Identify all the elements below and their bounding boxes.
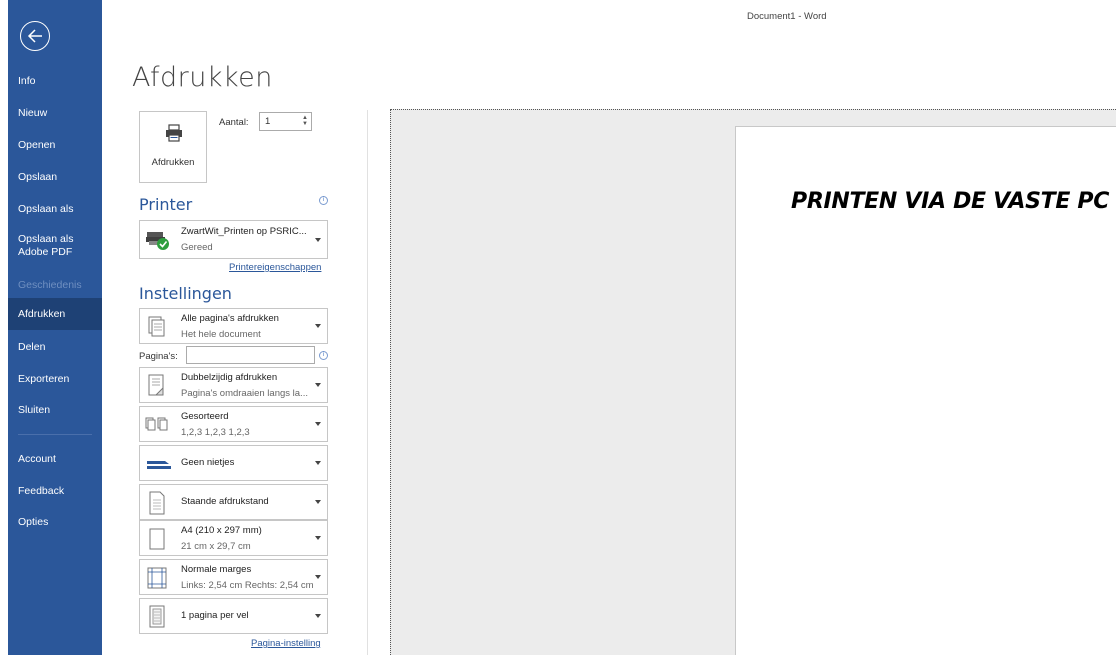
pages-icon bbox=[148, 316, 165, 337]
duplex-dropdown[interactable]: Dubbelzijdig afdrukken Pagina's omdraaie… bbox=[139, 367, 328, 403]
print-range-title: Alle pagina's afdrukken bbox=[181, 313, 279, 324]
sidebar-item-sluiten[interactable]: Sluiten bbox=[8, 404, 102, 418]
print-backstage: Document1 - Word Afdrukken Afdrukken Aan… bbox=[102, 0, 1116, 655]
back-button[interactable] bbox=[20, 21, 50, 51]
paper-size-icon bbox=[149, 528, 165, 550]
pane-divider bbox=[367, 110, 368, 655]
margins-subtitle: Links: 2,54 cm Rechts: 2,54 cm bbox=[181, 580, 314, 591]
paper-size-title: A4 (210 x 297 mm) bbox=[181, 525, 262, 536]
stapling-title: Geen nietjes bbox=[181, 457, 235, 468]
sidebar-item-info[interactable]: Info bbox=[8, 75, 102, 89]
sidebar-item-openen[interactable]: Openen bbox=[8, 139, 102, 153]
window-edge bbox=[0, 0, 8, 655]
sidebar-item-delen[interactable]: Delen bbox=[8, 341, 102, 355]
collation-dropdown[interactable]: Gesorteerd 1,2,3 1,2,3 1,2,3 bbox=[139, 406, 328, 442]
printer-properties-link[interactable]: Printereigenschappen bbox=[229, 262, 321, 273]
sidebar-divider bbox=[18, 434, 92, 435]
back-arrow-icon bbox=[27, 29, 42, 43]
print-button[interactable]: Afdrukken bbox=[139, 111, 207, 183]
backstage-sidebar: Info Nieuw Openen Opslaan Opslaan als Op… bbox=[8, 0, 102, 655]
print-range-subtitle: Het hele document bbox=[181, 329, 261, 340]
pages-input[interactable] bbox=[186, 346, 315, 364]
sidebar-item-feedback[interactable]: Feedback bbox=[8, 485, 102, 499]
chevron-down-icon bbox=[315, 614, 321, 618]
preview-page-text: PRINTEN VIA DE VASTE PC bbox=[791, 189, 1110, 214]
copies-spinner[interactable]: 1 ▲ ▼ bbox=[259, 112, 312, 131]
printer-name: ZwartWit_Printen op PSRIC... bbox=[181, 226, 307, 237]
chevron-down-icon bbox=[315, 461, 321, 465]
orientation-dropdown[interactable]: Staande afdrukstand bbox=[139, 484, 328, 520]
chevron-down-icon bbox=[315, 500, 321, 504]
copies-label: Aantal: bbox=[219, 117, 249, 128]
duplex-subtitle: Pagina's omdraaien langs la... bbox=[181, 388, 308, 399]
sidebar-item-exporteren[interactable]: Exporteren bbox=[8, 373, 102, 387]
sidebar-item-opslaan-als[interactable]: Opslaan als bbox=[8, 203, 102, 217]
sidebar-item-account[interactable]: Account bbox=[8, 453, 102, 467]
chevron-down-icon bbox=[315, 383, 321, 387]
chevron-down-icon bbox=[315, 324, 321, 328]
chevron-down-icon bbox=[315, 575, 321, 579]
portrait-icon bbox=[149, 491, 165, 515]
pages-per-sheet-icon bbox=[149, 605, 165, 628]
sidebar-item-opslaan[interactable]: Opslaan bbox=[8, 171, 102, 185]
pages-info-icon[interactable]: i bbox=[319, 351, 328, 360]
collation-title: Gesorteerd bbox=[181, 411, 229, 422]
stapler-icon bbox=[147, 461, 171, 469]
margins-icon bbox=[147, 567, 167, 589]
chevron-down-icon bbox=[315, 237, 321, 242]
print-button-label: Afdrukken bbox=[151, 157, 195, 168]
sidebar-item-geschiedenis: Geschiedenis bbox=[18, 279, 82, 291]
print-range-dropdown[interactable]: Alle pagina's afdrukken Het hele documen… bbox=[139, 308, 328, 344]
collation-subtitle: 1,2,3 1,2,3 1,2,3 bbox=[181, 427, 250, 438]
copies-value: 1 bbox=[265, 116, 271, 127]
sidebar-item-nieuw[interactable]: Nieuw bbox=[8, 107, 102, 121]
paper-size-dropdown[interactable]: A4 (210 x 297 mm) 21 cm x 29,7 cm bbox=[139, 520, 328, 556]
chevron-down-icon bbox=[315, 422, 321, 426]
orientation-title: Staande afdrukstand bbox=[181, 496, 269, 507]
margins-dropdown[interactable]: Normale marges Links: 2,54 cm Rechts: 2,… bbox=[139, 559, 328, 595]
duplex-icon bbox=[148, 374, 164, 396]
printer-heading: Printer bbox=[139, 195, 193, 214]
printer-dropdown[interactable]: ZwartWit_Printen op PSRIC... Gereed bbox=[139, 220, 328, 259]
duplex-title: Dubbelzijdig afdrukken bbox=[181, 372, 278, 383]
paper-size-subtitle: 21 cm x 29,7 cm bbox=[181, 541, 251, 552]
pages-per-sheet-title: 1 pagina per vel bbox=[181, 610, 249, 621]
page-title: Afdrukken bbox=[132, 62, 273, 93]
printer-info-icon[interactable]: i bbox=[319, 196, 328, 205]
pages-label: Pagina's: bbox=[139, 351, 178, 362]
printer-icon bbox=[166, 124, 182, 142]
margins-title: Normale marges bbox=[181, 564, 252, 575]
pages-per-sheet-dropdown[interactable]: 1 pagina per vel bbox=[139, 598, 328, 634]
window-title: Document1 - Word bbox=[747, 11, 827, 22]
sidebar-item-opslaan-als-pdf[interactable]: Opslaan als Adobe PDF bbox=[8, 233, 78, 261]
printer-status: Gereed bbox=[181, 242, 213, 253]
collated-icon bbox=[145, 417, 168, 431]
sidebar-item-afdrukken[interactable]: Afdrukken bbox=[8, 298, 102, 330]
printer-ready-icon bbox=[146, 232, 169, 250]
spinner-arrows-icon[interactable]: ▲ ▼ bbox=[302, 115, 308, 127]
settings-heading: Instellingen bbox=[139, 284, 232, 303]
stapling-dropdown[interactable]: Geen nietjes bbox=[139, 445, 328, 481]
page-setup-link[interactable]: Pagina-instelling bbox=[251, 638, 321, 649]
sidebar-item-opties[interactable]: Opties bbox=[8, 516, 102, 530]
chevron-down-icon bbox=[315, 536, 321, 540]
preview-page: PRINTEN VIA DE VASTE PC bbox=[735, 126, 1116, 655]
